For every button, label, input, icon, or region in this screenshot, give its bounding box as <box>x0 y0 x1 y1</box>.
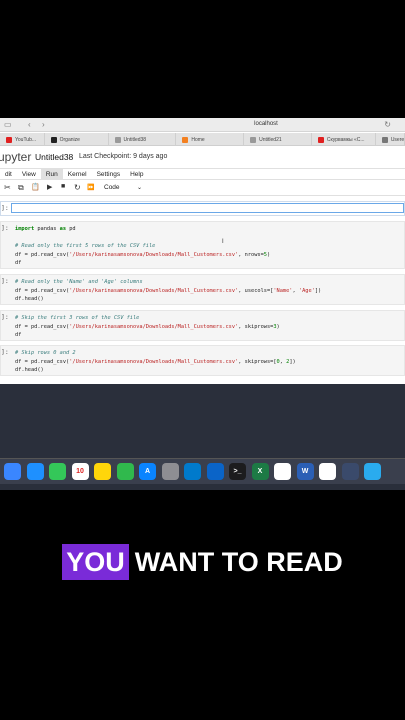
calendar-icon[interactable]: 10 <box>71 463 89 480</box>
tab-label: Untitled38 <box>123 136 147 143</box>
capcut-icon[interactable] <box>274 463 291 480</box>
browser-tab[interactable]: Useren <box>376 133 405 146</box>
code-cell-active[interactable]: ]: <box>0 201 405 216</box>
numbers-icon[interactable] <box>116 463 134 480</box>
screen: ▭ ‹ › localhost ↻ YouTub... Organize Untit… <box>0 118 405 490</box>
tab-favicon-icon <box>250 136 257 143</box>
messages-icon[interactable] <box>49 463 66 480</box>
paste-icon[interactable]: 📋 <box>31 183 40 191</box>
forward-button[interactable]: › <box>42 120 45 129</box>
tab-label: Organize <box>59 136 80 143</box>
safari-icon[interactable] <box>26 463 44 480</box>
tab-favicon-icon <box>50 136 57 143</box>
menu-view[interactable]: View <box>17 169 41 180</box>
tab-favicon-icon <box>182 136 189 143</box>
notes-icon[interactable] <box>94 463 111 480</box>
menu-dit[interactable]: dit <box>0 169 17 180</box>
cell-prompt: ]: <box>1 348 9 356</box>
desktop-background: 10 A >_ X W <box>0 384 405 490</box>
copy-icon[interactable]: ⧉ <box>18 183 24 193</box>
chevron-down-icon: ⌄ <box>136 185 142 191</box>
mouse-cursor-icon: I <box>222 239 224 245</box>
tab-favicon-icon <box>381 136 388 143</box>
tab-favicon-icon <box>6 136 12 143</box>
menu-bar: dit View Run Kernel Settings Help <box>0 168 405 180</box>
browser-tab[interactable]: Скурвамкы «С... <box>312 133 376 146</box>
tab-label: Useren <box>390 136 405 143</box>
tab-favicon-icon <box>114 136 121 143</box>
cell-prompt: ]: <box>1 313 9 321</box>
cut-icon[interactable]: ✂ <box>4 183 11 192</box>
dock: 10 A >_ X W <box>0 458 405 484</box>
menu-kernel[interactable]: Kernel <box>63 169 92 180</box>
cell-prompt: ]: <box>1 277 9 285</box>
browser-tab[interactable]: YouTub... <box>0 133 45 146</box>
tab-label: YouTub... <box>15 136 37 143</box>
fast-forward-icon[interactable]: ⏩ <box>87 184 94 191</box>
tab-favicon-icon <box>317 136 324 143</box>
code-cell[interactable]: ]: # Read only the 'Name' and 'Age' colu… <box>0 274 405 305</box>
vscode-icon[interactable] <box>184 463 201 480</box>
checkpoint-status: Last Checkpoint: 9 days ago <box>79 153 168 160</box>
browser-tab[interactable]: Home <box>176 133 245 146</box>
menu-run[interactable]: Run <box>40 169 63 180</box>
stop-icon[interactable]: ■ <box>61 183 65 190</box>
cell-type-value: Code <box>104 184 120 191</box>
browser-tab[interactable]: Untitled38 <box>109 133 177 146</box>
finder-icon[interactable] <box>4 463 21 480</box>
code-cell[interactable]: ]: # Skip rows 0 and 2 df = pd.read_csv(… <box>0 345 405 376</box>
appstore-icon[interactable]: A <box>139 463 156 480</box>
cell-code[interactable]: import pandas as pd # Read only the firs… <box>15 225 270 268</box>
browser-tab-bar: YouTub... Organize Untitled38 Home Untitled2… <box>0 133 405 146</box>
telegram-icon[interactable] <box>364 463 381 480</box>
video-caption: YOU WANT TO READ <box>0 542 405 582</box>
browser-tab[interactable]: Untitled21 <box>244 133 312 146</box>
browser-toolbar: ▭ ‹ › localhost ↻ <box>0 118 405 132</box>
tab-label: Скурвамкы «С... <box>326 136 365 143</box>
restart-icon[interactable]: ↻ <box>74 183 81 192</box>
menu-help[interactable]: Help <box>125 169 148 180</box>
address-bar[interactable]: localhost <box>230 120 302 129</box>
caption-text: WANT TO READ <box>134 547 343 577</box>
sidebar-icon[interactable]: ▭ <box>4 120 12 129</box>
outlook-icon[interactable] <box>206 463 224 480</box>
jupyter-header: upyter Untitled38 Last Checkpoint: 9 day… <box>0 147 405 167</box>
cell-prompt: ]: <box>1 204 9 212</box>
terminal-icon[interactable]: >_ <box>229 463 246 480</box>
browser-tab[interactable]: Organize <box>45 133 109 146</box>
notebook-title[interactable]: Untitled38 <box>35 152 73 162</box>
code-cell[interactable]: ]: # Skip the first 3 rows of the CSV fi… <box>0 310 405 341</box>
run-icon[interactable]: ▶ <box>47 183 52 191</box>
anaconda-icon[interactable] <box>341 463 359 480</box>
tab-label: Untitled21 <box>259 136 282 143</box>
tab-label: Home <box>191 136 205 143</box>
excel-icon[interactable]: X <box>251 463 269 480</box>
cell-code[interactable]: # Read only the 'Name' and 'Age' columns… <box>15 278 321 304</box>
jupyter-logo[interactable]: upyter <box>0 150 31 164</box>
cell-type-select[interactable]: Code ⌄ <box>100 183 144 193</box>
caption-highlight: YOU <box>62 544 129 580</box>
notebook-toolbar: ✂ ⧉ 📋 ▶ ■ ↻ ⏩ Code ⌄ <box>0 181 405 196</box>
cell-code[interactable]: # Skip rows 0 and 2 df = pd.read_csv('/U… <box>15 349 296 375</box>
back-button[interactable]: ‹ <box>28 120 31 129</box>
notebook-area: ]: ]: import pandas as pd # Read only th… <box>0 198 405 384</box>
menu-settings[interactable]: Settings <box>92 169 126 180</box>
cell-prompt: ]: <box>1 224 9 232</box>
settings-icon[interactable] <box>161 463 179 480</box>
code-cell[interactable]: ]: import pandas as pd # Read only the f… <box>0 221 405 269</box>
cell-editor[interactable] <box>11 203 404 213</box>
cell-code[interactable]: # Skip the first 3 rows of the CSV file … <box>15 314 280 340</box>
word-icon[interactable]: W <box>296 463 314 480</box>
reload-icon[interactable]: ↻ <box>384 120 391 129</box>
chatgpt-icon[interactable] <box>319 463 336 480</box>
